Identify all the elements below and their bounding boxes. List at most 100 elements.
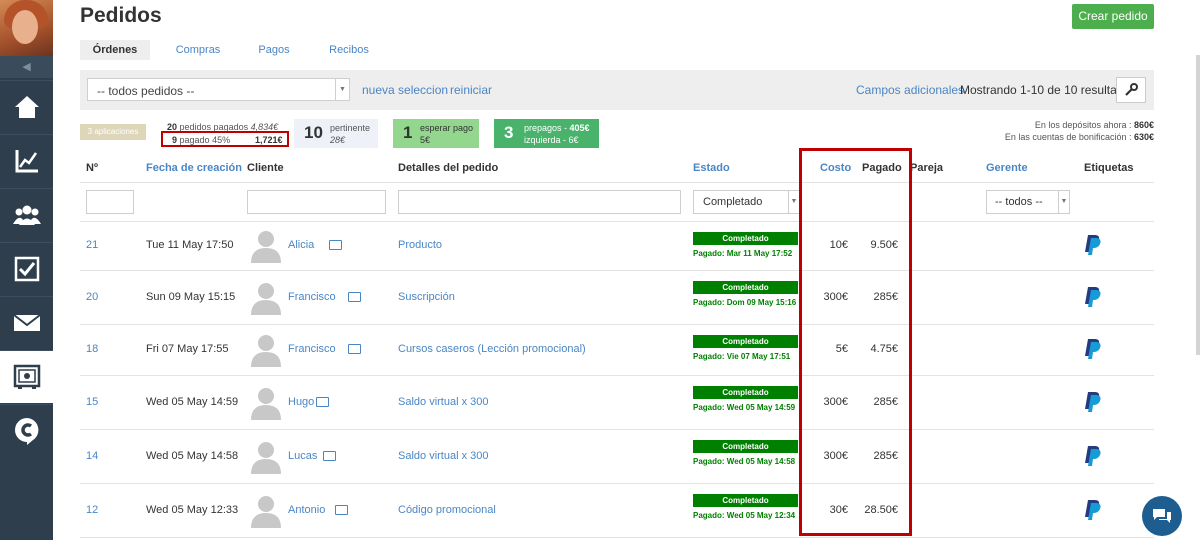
users-icon (12, 205, 41, 225)
new-selection-link[interactable]: nueva seleccion (362, 83, 448, 97)
waiting-payment-stat[interactable]: 1 esperar pago 5€ (393, 119, 479, 148)
order-details-link[interactable]: Cursos caseros (Lección promocional) (398, 343, 586, 355)
user-avatar-icon (248, 279, 284, 315)
order-details-link[interactable]: Saldo virtual x 300 (398, 396, 489, 408)
filter-status-select[interactable]: Completado ▼ (693, 190, 800, 214)
tab-receipts[interactable]: Recibos (318, 40, 380, 60)
row-divider (80, 429, 1154, 430)
reset-link[interactable]: reiniciar (450, 83, 492, 97)
client-link[interactable]: Antonio (288, 504, 325, 516)
settings-button[interactable] (1116, 77, 1146, 103)
chevron-down-icon: ▼ (1058, 191, 1069, 213)
filter-num-input[interactable] (86, 190, 134, 214)
sidebar-item-home[interactable] (0, 80, 53, 133)
bonus-label: En las cuentas de bonificación : (1004, 132, 1134, 142)
order-details-link[interactable]: Suscripción (398, 291, 455, 303)
money-icon (322, 450, 336, 461)
money-icon (335, 504, 349, 515)
tab-orders[interactable]: Órdenes (80, 40, 150, 60)
sidebar-item-tasks[interactable] (0, 242, 53, 295)
order-id-link[interactable]: 12 (86, 504, 98, 516)
status-badge: Completado (693, 232, 798, 245)
order-details-link[interactable]: Producto (398, 239, 442, 251)
orders-filter-select[interactable]: -- todos pedidos -- ▼ (87, 78, 350, 101)
money-icon (347, 344, 361, 354)
order-details-link[interactable]: Código promocional (398, 504, 496, 516)
extra-fields-link[interactable]: Campos adicionales (856, 83, 964, 97)
waiting-num: 1 (403, 123, 413, 142)
order-date: Tue 11 May 17:50 (146, 239, 234, 251)
deposits-label: En los depósitos ahora : (1034, 120, 1134, 130)
prepaid-amount: 405€ (569, 123, 590, 133)
client-link[interactable]: Alicia (288, 239, 314, 251)
order-details-link[interactable]: Saldo virtual x 300 (398, 450, 489, 462)
status-badge: Completado (693, 386, 798, 399)
paypal-icon (1085, 391, 1101, 413)
money-icon (316, 396, 330, 407)
chat-button[interactable] (1142, 496, 1182, 536)
chat-logo-icon (14, 418, 38, 445)
paid-date: Pagado: Mar 11 May 17:52 (693, 249, 793, 258)
order-id-link[interactable]: 15 (86, 396, 98, 408)
order-id-link[interactable]: 21 (86, 239, 98, 251)
status-badge: Completado (693, 281, 798, 294)
select-value: -- todos pedidos -- (97, 84, 195, 98)
highlight-box (161, 131, 289, 147)
user-avatar-icon (248, 438, 284, 474)
client-link[interactable]: Lucas (288, 450, 317, 462)
filter-client-input[interactable] (247, 190, 386, 214)
paid-date: Pagado: Vie 07 May 17:51 (693, 352, 791, 361)
safe-icon (13, 364, 40, 389)
prepaid-stat[interactable]: 3 prepagos - 405€ izquierda - 6€ (494, 119, 599, 148)
prepaid-left: izquierda - 6€ (524, 135, 579, 145)
bonus-info: En las cuentas de bonificación : 630€ (1005, 132, 1154, 142)
order-date: Wed 05 May 14:59 (146, 395, 239, 408)
paypal-icon (1085, 338, 1101, 360)
bonus-value: 630€ (1133, 132, 1154, 142)
user-avatar-icon (248, 384, 284, 420)
sidebar-item-mail[interactable] (0, 296, 53, 349)
col-pair: Pareja (910, 162, 944, 174)
client-link[interactable]: Francisco (288, 343, 336, 355)
col-client: Cliente (247, 162, 284, 174)
home-icon (14, 96, 39, 118)
order-id-link[interactable]: 14 (86, 450, 98, 462)
paypal-icon (1085, 234, 1101, 256)
collapse-icon[interactable]: ◀ (0, 56, 53, 78)
sidebar-item-orders[interactable] (0, 350, 53, 403)
client-link[interactable]: Francisco (288, 291, 336, 303)
pertinent-stat[interactable]: 10 pertinente 28€ (294, 119, 378, 148)
col-status[interactable]: Estado (693, 162, 730, 174)
filter-manager-select[interactable]: -- todos -- ▼ (986, 190, 1070, 214)
client-link[interactable]: Hugo (288, 396, 314, 408)
row-divider (80, 483, 1154, 484)
col-date[interactable]: Fecha de creación (146, 162, 242, 174)
page-title: Pedidos (80, 4, 162, 27)
create-order-button[interactable]: Crear pedido (1072, 4, 1154, 29)
avatar[interactable] (0, 0, 53, 56)
row-divider (80, 270, 1154, 271)
order-id-link[interactable]: 20 (86, 291, 98, 303)
mail-icon (12, 314, 41, 331)
tab-payments[interactable]: Pagos (246, 40, 302, 60)
chevron-down-icon: ▼ (788, 191, 799, 213)
prepaid-num: 3 (504, 123, 514, 142)
chart-icon (15, 150, 38, 173)
col-manager[interactable]: Gerente (986, 162, 1028, 174)
filter-status-value: Completado (703, 196, 763, 208)
status-badge: Completado (693, 494, 798, 507)
sidebar-item-stats[interactable] (0, 134, 53, 187)
applications-badge[interactable]: 3 aplicaciones (80, 124, 146, 140)
prepaid-text: prepagos - 405€ (524, 123, 590, 133)
row-divider (80, 537, 1154, 538)
user-avatar-icon (248, 492, 284, 528)
filter-details-input[interactable] (398, 190, 681, 214)
order-date: Fri 07 May 17:55 (146, 343, 229, 355)
order-id-link[interactable]: 18 (86, 343, 98, 355)
tab-purchases[interactable]: Compras (166, 40, 230, 60)
user-avatar-icon (248, 331, 284, 367)
divider (80, 221, 1154, 222)
scrollbar[interactable] (1196, 55, 1200, 355)
sidebar-item-chat[interactable] (0, 404, 53, 457)
sidebar-item-users[interactable] (0, 188, 53, 241)
